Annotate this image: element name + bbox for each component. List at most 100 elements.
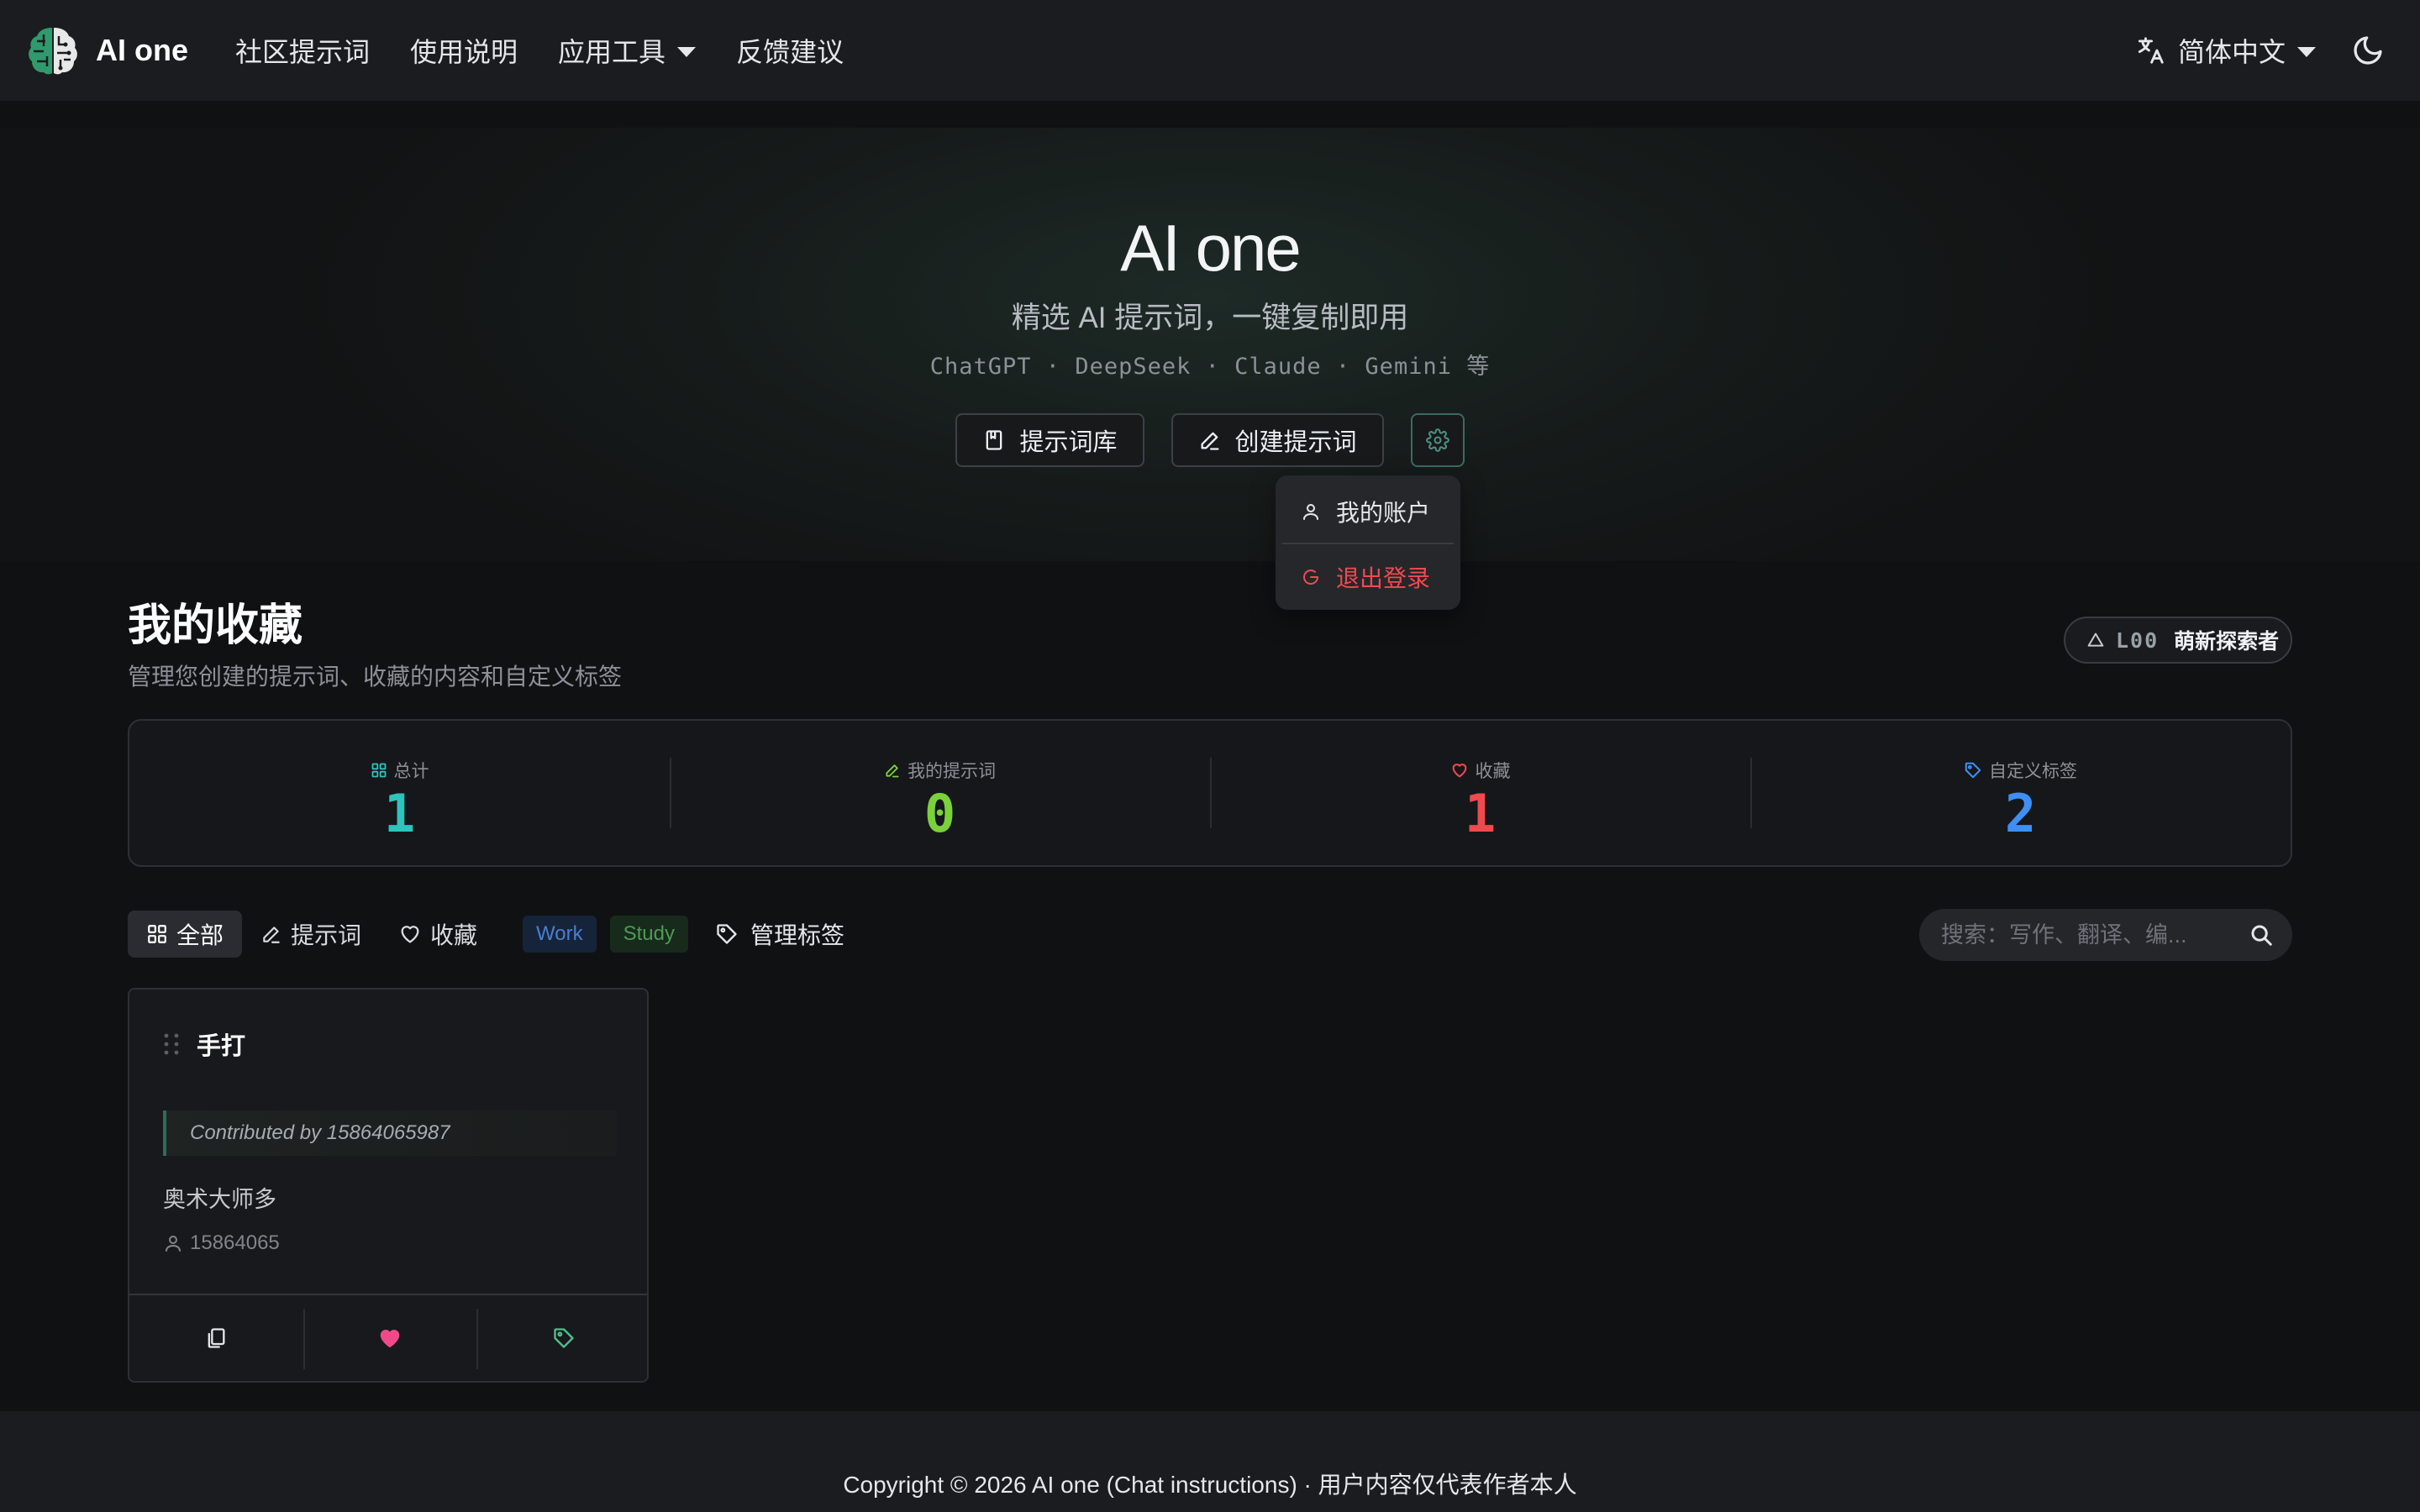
menu-divider [1282, 543, 1454, 544]
prompt-library-button[interactable]: 提示词库 [955, 413, 1144, 467]
stat-my-prompts-label: 我的提示词 [908, 762, 996, 781]
filter-favorites[interactable]: 收藏 [380, 911, 496, 958]
level-code: L00 [2116, 627, 2160, 653]
tag-chip-work[interactable]: Work [523, 916, 597, 953]
card-contributor: Contributed by 15864065987 [163, 1110, 617, 1156]
stat-label: 收藏 [1450, 758, 1511, 783]
card-title: 手打 [197, 1033, 246, 1060]
stat-total: 总计 1 [129, 721, 670, 865]
copy-button[interactable] [129, 1295, 303, 1381]
card-author-name: 15864065 [190, 1231, 280, 1254]
hero-subtitle: 精选 AI 提示词，一键复制即用 [1011, 302, 1409, 334]
nav-link-tools[interactable]: 应用工具 [558, 31, 697, 70]
search-input[interactable] [1941, 921, 2249, 948]
stat-favorites: 收藏 1 [1210, 721, 1750, 865]
tag-button[interactable] [476, 1295, 647, 1381]
menu-item-logout-label: 退出登录 [1336, 565, 1431, 591]
theme-toggle-button[interactable] [2349, 32, 2386, 69]
filter-all[interactable]: 全部 [128, 911, 243, 958]
search-icon[interactable] [2249, 922, 2274, 948]
stat-label: 自定义标签 [1964, 758, 2077, 783]
grid-icon [148, 925, 166, 943]
menu-item-logout[interactable]: 退出登录 [1276, 548, 1460, 606]
top-navbar: AI one 社区提示词 使用说明 应用工具 反馈建议 简体中文 [0, 0, 2420, 101]
heart-icon [401, 926, 419, 943]
brain-logo-icon [29, 28, 77, 75]
level-badge[interactable]: L00 萌新探索者 [2064, 617, 2292, 664]
filter-prompts-label: 提示词 [291, 922, 362, 948]
search-box [1919, 909, 2292, 961]
stat-custom-tags-label: 自定义标签 [1989, 762, 2077, 781]
triangle-icon [2087, 633, 2104, 647]
card-header: 手打 [163, 1026, 245, 1062]
pencil-icon [886, 764, 899, 778]
tag-icon [1965, 762, 1981, 779]
filter-all-label: 全部 [176, 922, 224, 948]
prompt-card[interactable]: 手打 Contributed by 15864065987 奥术大师多 1586… [128, 988, 649, 1383]
level-name: 萌新探索者 [2174, 630, 2280, 654]
footer-copyright: Copyright © 2026 AI one (Chat instructio… [843, 1472, 1577, 1498]
caret-down-icon [677, 47, 697, 57]
language-label: 简体中文 [2177, 37, 2286, 67]
stat-total-label: 总计 [393, 762, 429, 781]
translate-icon [2138, 37, 2164, 64]
create-prompt-label: 创建提示词 [1234, 429, 1357, 456]
user-menu-dropdown: 我的账户 退出登录 [1276, 475, 1460, 610]
brand-name: AI one [96, 33, 189, 67]
nav-link-tools-label: 应用工具 [558, 37, 666, 67]
hero-actions: 提示词库 创建提示词 [0, 413, 2420, 467]
copy-icon [208, 1328, 225, 1348]
stat-custom-tags: 自定义标签 2 [1750, 721, 2291, 865]
gear-icon [1425, 428, 1449, 452]
stat-label: 我的提示词 [884, 758, 996, 783]
card-actions [129, 1294, 647, 1381]
nav-link-instructions[interactable]: 使用说明 [410, 31, 518, 70]
heart-icon [1452, 764, 1466, 778]
menu-item-my-account-label: 我的账户 [1336, 500, 1431, 526]
menu-item-my-account[interactable]: 我的账户 [1276, 482, 1460, 541]
grid-icon [371, 763, 386, 778]
caret-down-icon [2297, 47, 2316, 57]
stats-panel: 总计 1 我的提示词 0 收藏 1 自定义标签 2 [128, 719, 2292, 867]
page-description: 管理您创建的提示词、收藏的内容和自定义标签 [128, 664, 623, 690]
prompt-library-label: 提示词库 [1019, 429, 1118, 456]
brand[interactable]: AI one [25, 23, 188, 78]
settings-button[interactable] [1410, 413, 1465, 467]
nav-link-feedback[interactable]: 反馈建议 [736, 31, 844, 70]
user-icon [1303, 504, 1318, 520]
user-icon [166, 1236, 181, 1252]
card-description: 奥术大师多 [163, 1187, 276, 1212]
nav-right: 简体中文 [2134, 0, 2386, 101]
stat-favorites-value: 1 [1464, 783, 1497, 844]
tag-icon [717, 924, 737, 944]
pencil-icon [1201, 432, 1218, 450]
footer: Copyright © 2026 AI one (Chat instructio… [0, 1411, 2420, 1512]
card-author: 15864065 [163, 1231, 280, 1255]
pencil-icon [263, 927, 280, 943]
hero-models: ChatGPT · DeepSeek · Claude · Gemini 等 [929, 354, 1491, 380]
hero-title: AI one [1120, 211, 1302, 285]
stat-total-value: 1 [383, 783, 416, 844]
drag-handle-icon[interactable] [163, 1032, 180, 1056]
hero-section: AI one 精选 AI 提示词，一键复制即用 ChatGPT · DeepSe… [0, 128, 2420, 561]
nav-links: 社区提示词 使用说明 应用工具 反馈建议 [235, 31, 884, 70]
page-title: 我的收藏 [128, 601, 303, 650]
stat-custom-tags-value: 2 [2004, 783, 2037, 844]
tag-icon [554, 1328, 574, 1348]
create-prompt-button[interactable]: 创建提示词 [1171, 413, 1384, 467]
stat-my-prompts: 我的提示词 0 [670, 721, 1210, 865]
manage-tags-button[interactable]: 管理标签 [715, 917, 844, 951]
stat-favorites-label: 收藏 [1475, 762, 1511, 781]
manage-tags-label: 管理标签 [750, 922, 844, 948]
bookmark-icon [986, 430, 1002, 450]
filter-bar: 全部 提示词 收藏 Work Study 管理标签 [128, 909, 844, 959]
moon-icon [2354, 36, 2382, 65]
tag-chip-study[interactable]: Study [609, 916, 688, 953]
nav-link-community-prompts[interactable]: 社区提示词 [235, 31, 370, 70]
favorite-button[interactable] [302, 1295, 477, 1381]
filter-prompts[interactable]: 提示词 [242, 911, 380, 958]
language-selector[interactable]: 简体中文 [2134, 31, 2316, 70]
heart-filled-icon [380, 1330, 400, 1348]
filter-favorites-label: 收藏 [430, 922, 478, 948]
stat-my-prompts-value: 0 [923, 783, 956, 844]
